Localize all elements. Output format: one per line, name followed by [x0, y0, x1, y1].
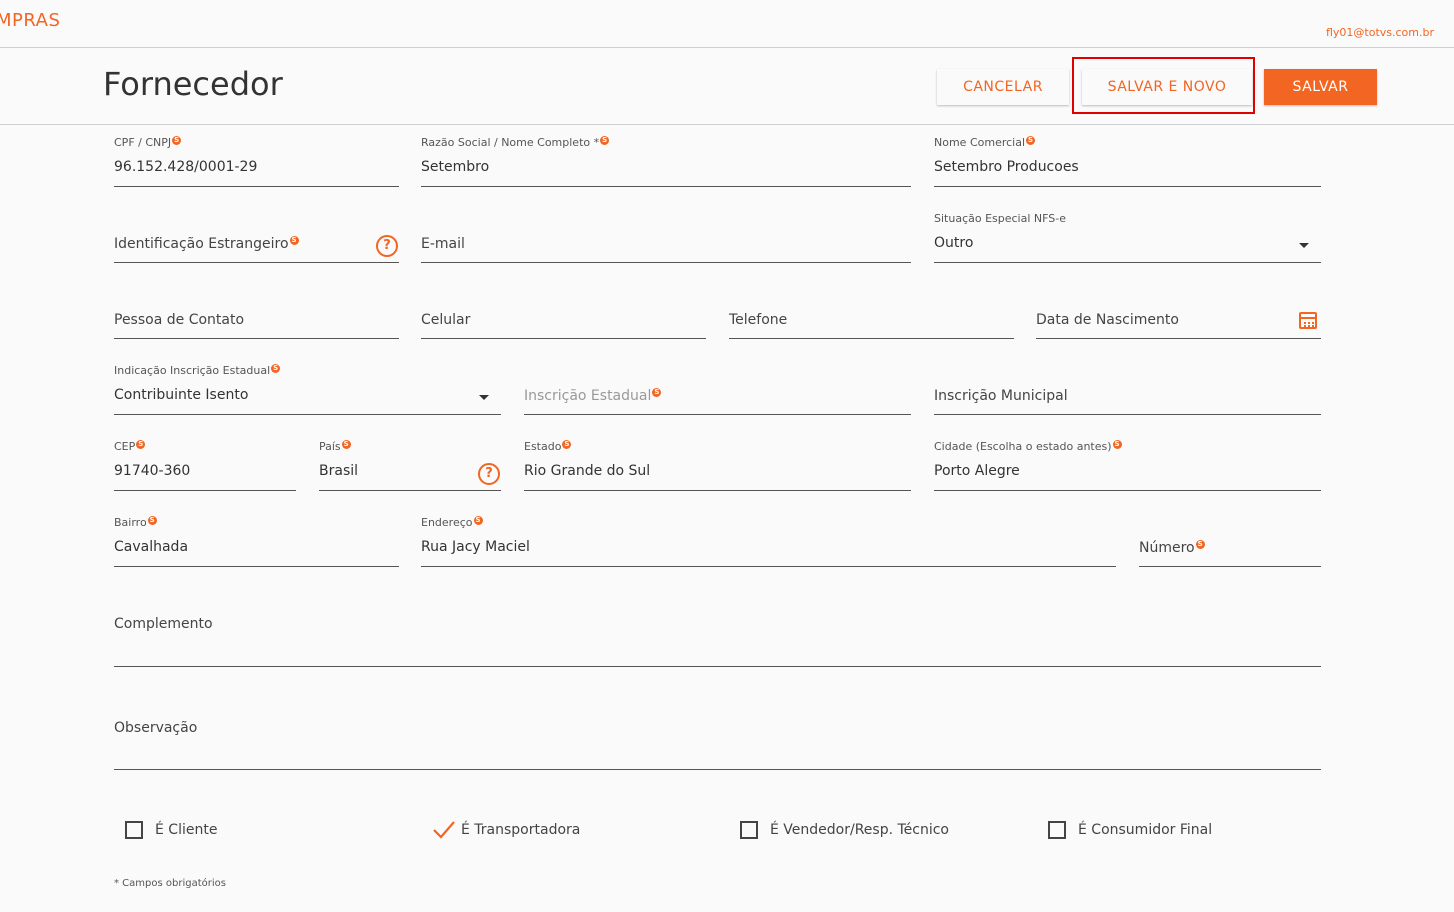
calendar-icon[interactable]	[1299, 312, 1317, 329]
indicacao-ie-select[interactable]: Indicação Inscrição Estadual S Contribuin…	[114, 362, 501, 415]
email-placeholder: E-mail	[421, 236, 465, 252]
observacao-field[interactable]: Observação	[114, 694, 1321, 770]
required-fields-note: * Campos obrigatórios	[114, 878, 226, 889]
data-nascimento-field[interactable]: Data de Nascimento	[1036, 286, 1321, 339]
cpf-cnpj-field[interactable]: CPF / CNPJ S 96.152.428/0001-29	[114, 134, 399, 187]
cidade-field[interactable]: Cidade (Escolha o estado antes) S Porto A…	[934, 438, 1321, 491]
checkbox-icon	[125, 821, 143, 839]
complemento-field[interactable]: Complemento	[114, 590, 1321, 667]
chevron-down-icon	[1299, 243, 1309, 248]
vendedor-label: É Vendedor/Resp. Técnico	[770, 822, 949, 838]
bairro-value: Cavalhada	[114, 539, 189, 555]
checkbox-icon	[1048, 821, 1066, 839]
identificacao-estrangeiro-placeholder: Identificação Estrangeiro	[114, 236, 289, 252]
numero-placeholder: Número	[1139, 540, 1195, 556]
pais-field[interactable]: País S Brasil ?	[319, 438, 501, 491]
top-bar: MPRAS fly01@totvs.com.br	[0, 0, 1454, 48]
identificacao-estrangeiro-field[interactable]: Identificação Estrangeiro S ?	[114, 210, 399, 263]
situacao-especial-select[interactable]: Situação Especial NFS-e Outro	[934, 210, 1321, 263]
observacao-placeholder: Observação	[114, 720, 198, 736]
numero-field[interactable]: Número S	[1139, 514, 1321, 567]
required-icon: S	[1026, 136, 1036, 145]
inscricao-estadual-placeholder: Inscrição Estadual	[524, 388, 652, 404]
inscricao-municipal-field[interactable]: Inscrição Municipal	[934, 362, 1321, 415]
required-icon: S	[473, 516, 483, 525]
complemento-placeholder: Complemento	[114, 616, 213, 632]
estado-field[interactable]: Estado S Rio Grande do Sul	[524, 438, 911, 491]
page-header: Fornecedor CANCELAR SALVAR E NOVO SALVAR	[0, 48, 1454, 125]
cpf-cnpj-value: 96.152.428/0001-29	[114, 159, 258, 175]
required-icon: S	[271, 364, 281, 373]
estado-label: Estado	[524, 440, 562, 453]
nome-comercial-value: Setembro Producoes	[934, 159, 1079, 175]
inscricao-municipal-placeholder: Inscrição Municipal	[934, 388, 1068, 404]
required-icon: S	[136, 440, 146, 449]
pessoa-contato-field[interactable]: Pessoa de Contato	[114, 286, 399, 339]
checkbox-icon	[740, 821, 758, 839]
required-icon: S	[652, 388, 662, 397]
page-title: Fornecedor	[103, 65, 283, 103]
situacao-especial-value: Outro	[934, 235, 974, 251]
telefone-placeholder: Telefone	[729, 312, 788, 328]
transportadora-checkbox[interactable]: É Transportadora	[433, 821, 580, 839]
data-nascimento-placeholder: Data de Nascimento	[1036, 312, 1179, 328]
endereco-field[interactable]: Endereço S Rua Jacy Maciel	[421, 514, 1116, 567]
situacao-especial-label: Situação Especial NFS-e	[934, 212, 1066, 225]
nome-comercial-label: Nome Comercial	[934, 136, 1026, 149]
consumidor-label: É Consumidor Final	[1078, 822, 1213, 838]
cliente-checkbox[interactable]: É Cliente	[125, 821, 217, 839]
cep-label: CEP	[114, 440, 136, 453]
required-icon: S	[600, 136, 610, 145]
transportadora-label: É Transportadora	[461, 822, 581, 838]
indicacao-ie-value: Contribuinte Isento	[114, 387, 249, 403]
endereco-value: Rua Jacy Maciel	[421, 539, 530, 555]
bairro-field[interactable]: Bairro S Cavalhada	[114, 514, 399, 567]
endereco-label: Endereço	[421, 516, 473, 529]
required-icon: S	[147, 516, 157, 525]
help-icon[interactable]: ?	[478, 463, 500, 485]
help-icon[interactable]: ?	[376, 235, 398, 257]
chevron-down-icon	[479, 395, 489, 400]
inscricao-estadual-field[interactable]: Inscrição Estadual S	[524, 362, 911, 415]
consumidor-checkbox[interactable]: É Consumidor Final	[1048, 821, 1212, 839]
cpf-cnpj-label: CPF / CNPJ	[114, 136, 172, 149]
checkmark-icon	[433, 821, 455, 839]
vendedor-checkbox[interactable]: É Vendedor/Resp. Técnico	[740, 821, 949, 839]
required-icon: S	[1195, 540, 1205, 549]
cidade-value: Porto Alegre	[934, 463, 1020, 479]
cidade-label: Cidade (Escolha o estado antes)	[934, 440, 1112, 453]
save-button[interactable]: SALVAR	[1264, 69, 1377, 105]
razao-social-label: Razão Social / Nome Completo *	[421, 136, 600, 149]
telefone-field[interactable]: Telefone	[729, 286, 1014, 339]
celular-field[interactable]: Celular	[421, 286, 706, 339]
user-email[interactable]: fly01@totvs.com.br	[1326, 26, 1434, 39]
required-icon: S	[1112, 440, 1122, 449]
required-icon: S	[341, 440, 351, 449]
celular-placeholder: Celular	[421, 312, 471, 328]
required-icon: S	[289, 236, 299, 245]
pais-value: Brasil	[319, 463, 359, 479]
required-icon: S	[562, 440, 572, 449]
nome-comercial-field[interactable]: Nome Comercial S Setembro Producoes	[934, 134, 1321, 187]
pessoa-contato-placeholder: Pessoa de Contato	[114, 312, 245, 328]
app-name[interactable]: MPRAS	[0, 10, 60, 31]
highlight-box	[1072, 57, 1255, 114]
razao-social-value: Setembro	[421, 159, 490, 175]
cancel-button[interactable]: CANCELAR	[937, 69, 1069, 105]
cliente-label: É Cliente	[155, 822, 218, 838]
required-icon: S	[172, 136, 182, 145]
razao-social-field[interactable]: Razão Social / Nome Completo * S Setembro	[421, 134, 911, 187]
estado-value: Rio Grande do Sul	[524, 463, 651, 479]
bairro-label: Bairro	[114, 516, 147, 529]
indicacao-ie-label: Indicação Inscrição Estadual	[114, 364, 271, 377]
pais-label: País	[319, 440, 341, 453]
cep-value: 91740-360	[114, 463, 191, 479]
email-field[interactable]: E-mail	[421, 210, 911, 263]
cep-field[interactable]: CEP S 91740-360	[114, 438, 296, 491]
